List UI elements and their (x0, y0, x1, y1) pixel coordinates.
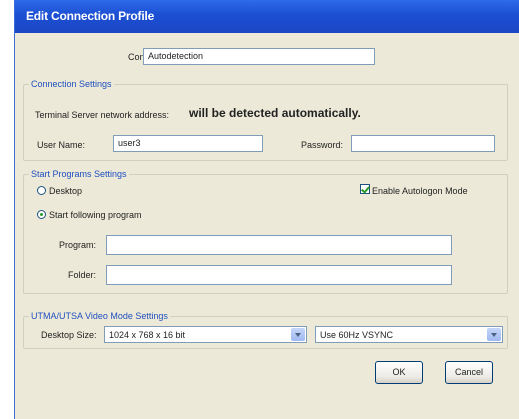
desktop-size-select[interactable]: 1024 x 768 x 16 bit (104, 326, 307, 343)
title-bar[interactable]: Edit Connection Profile (15, 0, 519, 33)
address-value: will be detected automatically. (189, 106, 361, 120)
refresh-mode-value: Use 60Hz VSYNC (320, 330, 394, 340)
refresh-mode-select[interactable]: Use 60Hz VSYNC (315, 326, 503, 343)
video-mode-legend: UTMA/UTSA Video Mode Settings (29, 311, 170, 321)
start-following-program-radio[interactable] (37, 210, 46, 219)
desktop-radio[interactable] (37, 186, 46, 195)
desktop-size-label: Desktop Size: (41, 330, 97, 340)
folder-input[interactable] (106, 265, 452, 285)
radio-selected-dot (40, 213, 43, 216)
connection-name-input[interactable]: Autodetection (143, 48, 375, 65)
cancel-button[interactable]: Cancel (445, 361, 493, 384)
connection-settings-legend: Connection Settings (29, 79, 114, 89)
program-label: Program: (59, 240, 97, 250)
autologon-label[interactable]: Enable Autologon Mode (372, 186, 468, 196)
password-label: Password: (301, 140, 344, 150)
folder-label: Folder: (68, 270, 97, 280)
ok-button[interactable]: OK (375, 361, 423, 384)
address-label: Terminal Server network address: (35, 110, 170, 120)
autologon-checkbox[interactable] (360, 184, 370, 194)
desktop-size-value: 1024 x 768 x 16 bit (109, 330, 186, 340)
dialog-title: Edit Connection Profile (26, 9, 155, 23)
start-following-program-label[interactable]: Start following program (49, 210, 142, 220)
chevron-down-icon[interactable] (487, 328, 501, 341)
username-input[interactable]: user3 (113, 135, 263, 152)
start-program-legend: Start Programs Settings (29, 169, 129, 179)
program-input[interactable] (106, 235, 452, 255)
username-label: User Name: (37, 140, 86, 150)
edit-connection-profile-dialog: Edit Connection Profile Connection: Auto… (14, 0, 519, 419)
desktop-label[interactable]: Desktop (49, 186, 82, 196)
password-input[interactable] (351, 135, 495, 152)
chevron-down-icon[interactable] (291, 328, 305, 341)
